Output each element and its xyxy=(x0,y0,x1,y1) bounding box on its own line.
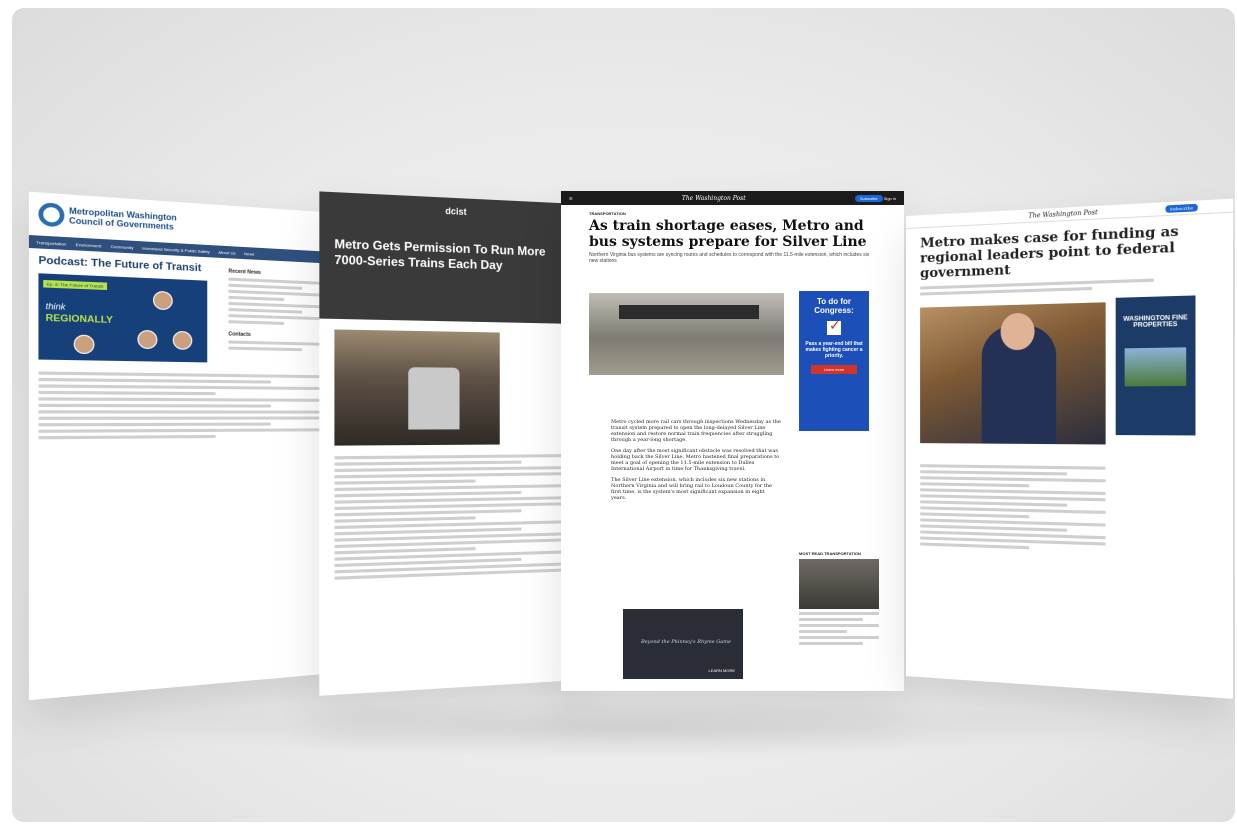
subscribe-button[interactable]: Subscribe xyxy=(855,195,883,202)
wapo-right-page-card: The Washington Post Subscribe Metro make… xyxy=(906,199,1233,699)
ad-title: To do for Congress: xyxy=(799,291,869,315)
guest-avatar xyxy=(173,331,193,350)
guest-avatar xyxy=(153,291,173,310)
menu-icon[interactable]: ☰ xyxy=(569,196,573,201)
article-headline: As train shortage eases, Metro and bus s… xyxy=(561,216,904,250)
real-estate-ad[interactable]: WASHINGTON FINE PROPERTIES xyxy=(1116,295,1196,435)
floor-shadow xyxy=(132,698,1112,758)
article-text xyxy=(29,364,332,447)
cancer-ad[interactable]: To do for Congress: Pass a year-end bill… xyxy=(799,291,869,431)
article-dek: Northern Virginia bus systems are syncin… xyxy=(561,250,904,266)
article-body: Metro cycled more rail cars through insp… xyxy=(611,419,781,506)
article-kicker: TRANSPORTATION xyxy=(561,205,904,216)
nav-item[interactable]: Transportation xyxy=(36,239,66,246)
house-photo xyxy=(1125,347,1187,386)
article-body-lines xyxy=(920,461,1106,555)
banner-think: think xyxy=(46,302,66,312)
banner-regionally: REGIONALLY xyxy=(46,312,113,325)
contacts-heading: Contacts xyxy=(228,331,320,339)
promo-learn-more[interactable]: LEARN MORE xyxy=(709,668,735,673)
metro-station-photo xyxy=(334,329,499,445)
ad-brand: WASHINGTON FINE PROPERTIES xyxy=(1116,295,1196,329)
guest-avatar xyxy=(74,335,95,355)
nav-item[interactable]: About Us xyxy=(218,249,235,255)
mwcog-sidebar: Recent News Contacts xyxy=(228,268,320,354)
ad-body: Pass a year-end bill that makes fighting… xyxy=(799,341,869,359)
subscribe-button[interactable]: Subscribe xyxy=(1165,203,1198,212)
speaker-photo xyxy=(920,302,1106,444)
nav-item[interactable]: News xyxy=(244,251,254,257)
sign-in-link[interactable]: Sign in xyxy=(884,196,896,201)
wapo-center-page-card: ☰ The Washington Post Subscribe Sign in … xyxy=(561,191,904,691)
paragraph: One day after the most significant obsta… xyxy=(611,448,781,472)
dcist-body-text xyxy=(319,454,579,580)
nav-item[interactable]: Community xyxy=(111,243,134,249)
dcist-header: dcist Metro Gets Permission To Run More … xyxy=(319,191,579,324)
video-promo[interactable]: Beyond the Phinney's Rhyme Game LEARN MO… xyxy=(623,609,743,679)
wapo-masthead[interactable]: The Washington Post xyxy=(1028,208,1097,219)
promo-title: Beyond the Phinney's Rhyme Game xyxy=(641,639,731,645)
mwcog-logo-icon xyxy=(38,202,64,227)
podcast-banner: Ep. 6: The Future of Transit think REGIO… xyxy=(38,273,207,362)
mwcog-org-name: Metropolitan Washington Council of Gover… xyxy=(69,206,177,232)
episode-label: Ep. 6: The Future of Transit xyxy=(43,280,106,290)
showcase-stage: Metropolitan Washington Council of Gover… xyxy=(12,8,1235,822)
dcist-page-card: dcist Metro Gets Permission To Run More … xyxy=(319,191,579,695)
station-gate-shape xyxy=(619,305,759,319)
paragraph: The Silver Line extension, which include… xyxy=(611,477,781,501)
silver-line-station-photo xyxy=(589,293,784,375)
crowd-photo xyxy=(799,559,879,609)
train-shape xyxy=(408,367,459,429)
guest-avatar xyxy=(137,330,157,349)
most-read-heading: MOST READ TRANSPORTATION xyxy=(799,551,879,556)
nav-item[interactable]: Homeland Security & Public Safety xyxy=(142,245,209,254)
mwcog-page-card: Metropolitan Washington Council of Gover… xyxy=(29,192,332,700)
checkbox-icon xyxy=(827,321,841,335)
paragraph: Metro cycled more rail cars through insp… xyxy=(611,419,781,443)
wapo-top-bar: ☰ The Washington Post Subscribe Sign in xyxy=(561,191,904,205)
nav-item[interactable]: Environment xyxy=(76,241,102,248)
ad-learn-more-button[interactable]: Learn more xyxy=(811,365,857,374)
wapo-masthead[interactable]: The Washington Post xyxy=(682,195,746,202)
most-read-module: MOST READ TRANSPORTATION xyxy=(799,551,879,648)
dcist-logo: dcist xyxy=(445,206,466,217)
dcist-headline: Metro Gets Permission To Run More 7000-S… xyxy=(334,237,573,276)
